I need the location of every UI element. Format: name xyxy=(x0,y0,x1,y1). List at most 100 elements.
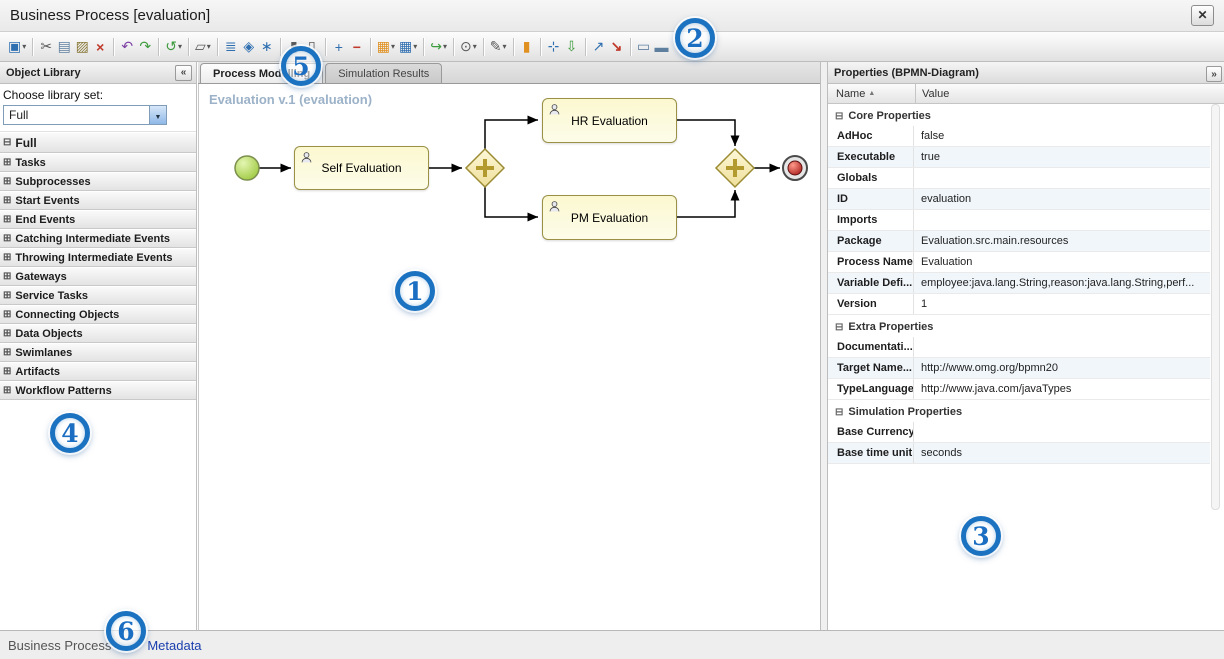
export-icon[interactable]: ↪ xyxy=(428,36,449,58)
column-header-name[interactable]: Name ▲ xyxy=(828,84,916,103)
expand-section-icon[interactable]: ⊞ xyxy=(3,157,11,168)
collapse-section-icon[interactable]: ⊟ xyxy=(835,322,843,333)
library-item-end-events[interactable]: ⊞ End Events xyxy=(0,210,196,229)
history-icon[interactable]: ↺ xyxy=(163,36,184,58)
property-row[interactable]: Base Currency xyxy=(828,422,1210,443)
sequence-flow[interactable] xyxy=(677,120,735,146)
footer-tab-metadata[interactable]: Metadata xyxy=(147,638,201,653)
shape-repository-icon[interactable]: ▱ xyxy=(193,36,213,58)
expand-section-icon[interactable]: ⊞ xyxy=(3,176,11,187)
sequence-flow[interactable] xyxy=(485,187,538,217)
library-item-artifacts[interactable]: ⊞ Artifacts xyxy=(0,362,196,381)
property-value[interactable]: false xyxy=(914,130,1210,142)
cut-icon[interactable]: ✂ xyxy=(37,36,55,58)
add-docker-icon[interactable]: + xyxy=(330,36,348,58)
property-row[interactable]: Globals xyxy=(828,168,1210,189)
expand-section-icon[interactable]: ⊞ xyxy=(3,385,11,396)
expand-section-icon[interactable]: ⊞ xyxy=(3,195,11,206)
align-icon[interactable]: ≣ xyxy=(222,36,240,58)
scrollbar[interactable] xyxy=(1211,104,1220,510)
library-item-catching-intermediate-events[interactable]: ⊞ Catching Intermediate Events xyxy=(0,229,196,248)
property-value[interactable]: 1 xyxy=(914,298,1210,310)
remove-docker-icon[interactable]: − xyxy=(348,36,366,58)
task-pm-evaluation[interactable]: PM Evaluation xyxy=(542,195,677,240)
section-core-properties[interactable]: ⊟ Core Properties xyxy=(828,104,1210,126)
property-row[interactable]: TypeLanguage http://www.java.com/javaTyp… xyxy=(828,379,1210,400)
property-row[interactable]: Imports xyxy=(828,210,1210,231)
grid-view-icon[interactable]: ▦ xyxy=(397,36,419,58)
dropdown-arrow-icon[interactable] xyxy=(149,106,166,124)
color-scheme-icon[interactable]: ▦ xyxy=(375,36,397,58)
parallel-gateway-diverging[interactable] xyxy=(466,149,504,187)
task-self-evaluation[interactable]: Self Evaluation xyxy=(294,146,429,190)
property-value[interactable]: http://www.omg.org/bpmn20 xyxy=(914,362,1210,374)
property-row[interactable]: Documentati... xyxy=(828,337,1210,358)
library-item-data-objects[interactable]: ⊞ Data Objects xyxy=(0,324,196,343)
edit-icon[interactable]: ✎ xyxy=(488,36,509,58)
property-row[interactable]: Variable Defi... employee:java.lang.Stri… xyxy=(828,273,1210,294)
property-value[interactable]: Evaluation.src.main.resources xyxy=(914,235,1210,247)
library-item-full[interactable]: ⊟ Full xyxy=(0,132,196,153)
start-event[interactable] xyxy=(235,156,259,180)
library-item-swimlanes[interactable]: ⊞ Swimlanes xyxy=(0,343,196,362)
property-row[interactable]: AdHoc false xyxy=(828,126,1210,147)
undo-icon[interactable]: ↶ xyxy=(118,36,136,58)
copy-icon[interactable]: ▤ xyxy=(55,36,73,58)
section-simulation-properties[interactable]: ⊟ Simulation Properties xyxy=(828,400,1210,422)
property-value[interactable]: true xyxy=(914,151,1210,163)
library-item-gateways[interactable]: ⊞ Gateways xyxy=(0,267,196,286)
tab-simulation-results[interactable]: Simulation Results xyxy=(325,63,442,83)
sequence-flow[interactable] xyxy=(677,190,735,217)
property-value[interactable]: http://www.java.com/javaTypes xyxy=(914,383,1210,395)
property-value[interactable]: seconds xyxy=(914,447,1210,459)
library-item-throwing-intermediate-events[interactable]: ⊞ Throwing Intermediate Events xyxy=(0,248,196,267)
library-item-connecting-objects[interactable]: ⊞ Connecting Objects xyxy=(0,305,196,324)
property-row[interactable]: Base time unit seconds xyxy=(828,443,1210,464)
library-item-subprocesses[interactable]: ⊞ Subprocesses xyxy=(0,172,196,191)
import-icon[interactable]: ⇩ xyxy=(563,36,581,58)
property-value[interactable]: employee:java.lang.String,reason:java.la… xyxy=(914,277,1210,289)
close-icon[interactable]: ✕ xyxy=(1191,5,1214,26)
expand-section-icon[interactable]: ⊞ xyxy=(3,366,11,377)
property-row[interactable]: Package Evaluation.src.main.resources xyxy=(828,231,1210,252)
parallel-gateway-converging[interactable] xyxy=(716,149,754,187)
diagram-canvas[interactable]: Evaluation v.1 (evaluation) Self Evaluat… xyxy=(198,84,820,630)
expand-section-icon[interactable]: ⊞ xyxy=(3,271,11,282)
collapse-section-icon[interactable]: ⊟ xyxy=(835,407,843,418)
collapse-panel-icon[interactable]: « xyxy=(175,65,192,81)
compact-view-icon[interactable]: ▭ xyxy=(635,36,653,58)
expand-panel-icon[interactable]: » xyxy=(1206,66,1222,82)
column-header-value[interactable]: Value xyxy=(916,88,1224,100)
save-icon[interactable]: ▣ xyxy=(6,36,28,58)
collapse-section-icon[interactable]: ⊟ xyxy=(3,137,11,148)
library-item-tasks[interactable]: ⊞ Tasks xyxy=(0,153,196,172)
library-item-workflow-patterns[interactable]: ⊞ Workflow Patterns xyxy=(0,381,196,400)
expand-section-icon[interactable]: ⊞ xyxy=(3,309,11,320)
property-row[interactable]: Process Name Evaluation xyxy=(828,252,1210,273)
footer-tab-business-process[interactable]: Business Process xyxy=(8,638,111,653)
property-value[interactable]: evaluation xyxy=(914,193,1210,205)
library-item-start-events[interactable]: ⊞ Start Events xyxy=(0,191,196,210)
end-event[interactable] xyxy=(783,156,807,180)
collapse-section-icon[interactable]: ⊟ xyxy=(835,111,843,122)
paste-icon[interactable]: ▨ xyxy=(73,36,91,58)
delete-icon[interactable]: × xyxy=(91,36,109,58)
property-row[interactable]: Target Name... http://www.omg.org/bpmn20 xyxy=(828,358,1210,379)
library-set-select[interactable]: Full xyxy=(3,105,167,125)
remove-connection-icon[interactable]: ↘ xyxy=(608,36,626,58)
group-icon[interactable]: ◈ xyxy=(240,36,258,58)
full-view-icon[interactable]: ▬ xyxy=(653,36,671,58)
library-item-service-tasks[interactable]: ⊞ Service Tasks xyxy=(0,286,196,305)
redo-icon[interactable]: ↷ xyxy=(136,36,154,58)
task-hr-evaluation[interactable]: HR Evaluation xyxy=(542,98,677,143)
expand-section-icon[interactable]: ⊞ xyxy=(3,328,11,339)
expand-section-icon[interactable]: ⊞ xyxy=(3,233,11,244)
ungroup-icon[interactable]: ∗ xyxy=(258,36,276,58)
move-icon[interactable]: ⊹ xyxy=(545,36,563,58)
zoom-icon[interactable]: ⊙ xyxy=(458,36,479,58)
property-value[interactable]: Evaluation xyxy=(914,256,1210,268)
property-row[interactable]: ID evaluation xyxy=(828,189,1210,210)
add-connection-icon[interactable]: ↗ xyxy=(590,36,608,58)
validate-icon[interactable]: ▮ xyxy=(518,36,536,58)
expand-section-icon[interactable]: ⊞ xyxy=(3,290,11,301)
